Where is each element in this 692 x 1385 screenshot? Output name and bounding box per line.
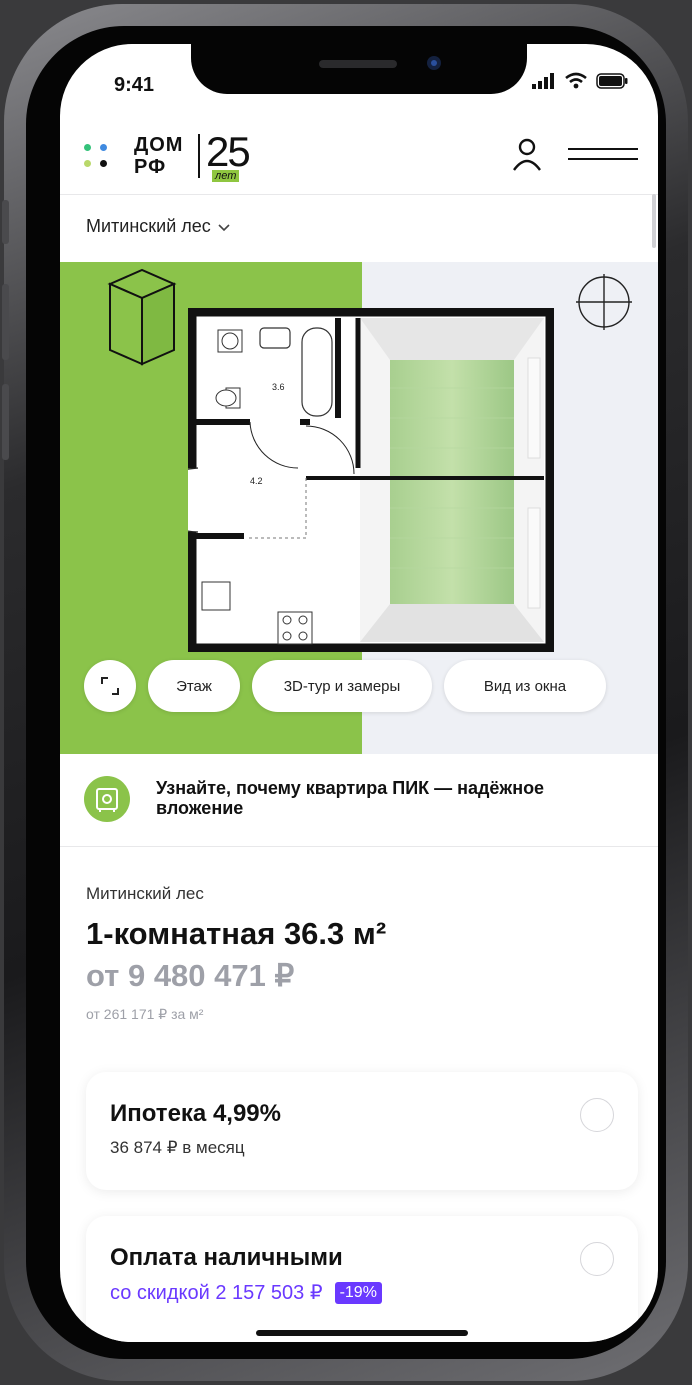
window-view-button[interactable]: Вид из окна (444, 660, 606, 712)
chevron-down-icon (218, 223, 230, 231)
menu-icon[interactable] (568, 146, 638, 162)
logo-dot (100, 160, 107, 167)
phone-screen: 9:41 ДОМ РФ 25 лет Митинский лес 3.6 4.2… (60, 44, 658, 1342)
listing-price: от 9 480 471 ₽ (86, 958, 295, 993)
payment-option-cash[interactable]: Оплата наличными со скидкой 2 157 503 ₽ -… (86, 1216, 638, 1342)
discount-text: со скидкой 2 157 503 ₽ (110, 1282, 323, 1304)
status-icons (532, 72, 628, 89)
apartment-floorplan: 3.6 4.2 (188, 308, 554, 652)
app-header: ДОМ РФ 25 лет (60, 124, 658, 194)
payment-option-radio[interactable] (580, 1098, 614, 1132)
payment-option-subtitle: 36 874 ₽ в месяц (110, 1138, 245, 1157)
speaker (319, 60, 397, 68)
building-cube-icon (107, 268, 177, 366)
payment-option-mortgage[interactable]: Ипотека 4,99% 36 874 ₽ в месяц (86, 1072, 638, 1190)
payment-option-subtitle: со скидкой 2 157 503 ₽ -19% (110, 1280, 382, 1305)
expand-icon (101, 677, 119, 695)
logo-dot (84, 160, 91, 167)
payment-option-title: Ипотека 4,99% (110, 1100, 281, 1127)
brand-logo[interactable]: ДОМ РФ (134, 134, 184, 178)
logo-dots (84, 140, 110, 170)
project-selector-label: Митинский лес (86, 216, 211, 236)
compass-icon (576, 274, 632, 330)
camera (427, 56, 441, 70)
floorplan-controls: Этаж 3D-тур и замеры Вид из окна (84, 660, 606, 712)
logo-dot (100, 144, 107, 151)
logo-line1: ДОМ (134, 134, 184, 156)
battery-icon (596, 72, 628, 89)
payment-option-radio[interactable] (580, 1242, 614, 1276)
project-selector[interactable]: Митинский лес (86, 216, 231, 237)
payment-option-title: Оплата наличными (110, 1244, 343, 1271)
phone-side-button (2, 384, 9, 460)
room-label: 4.2 (250, 476, 263, 486)
logo-separator (198, 134, 200, 178)
expand-button[interactable] (84, 660, 136, 712)
room-label: 3.6 (272, 382, 285, 392)
logo-anniversary-sub: лет (212, 170, 240, 182)
home-indicator[interactable] (256, 1330, 468, 1336)
phone-side-button (2, 284, 9, 360)
logo-line2: РФ (134, 156, 167, 178)
logo-dot (84, 144, 91, 151)
listing-info: Митинский лес 1-комнатная 36.3 м² от 9 4… (86, 884, 646, 1023)
banner-divider (60, 846, 658, 847)
notch (191, 44, 527, 94)
scrollbar[interactable] (652, 194, 656, 248)
safe-icon (84, 776, 130, 822)
discount-badge: -19% (334, 1282, 382, 1304)
floor-button[interactable]: Этаж (148, 660, 240, 712)
promo-banner-text: Узнайте, почему квартира ПИК — надёжное … (156, 778, 545, 818)
wifi-icon (565, 72, 587, 89)
signal-icon (532, 72, 554, 89)
promo-banner[interactable]: Узнайте, почему квартира ПИК — надёжное … (60, 754, 658, 846)
floorplan-view[interactable]: 3.6 4.2 Этаж 3D-тур и замеры Вид из окна (60, 262, 658, 754)
phone-side-button (2, 200, 9, 244)
user-icon[interactable] (512, 138, 542, 172)
header-divider (60, 194, 658, 195)
status-time: 9:41 (114, 74, 155, 96)
tour-3d-button[interactable]: 3D-тур и замеры (252, 660, 432, 712)
listing-project: Митинский лес (86, 884, 204, 903)
logo-anniversary: 25 (206, 128, 251, 175)
listing-title: 1-комнатная 36.3 м² (86, 916, 387, 951)
listing-price-per-meter: от 261 171 ₽ за м² (86, 1006, 204, 1022)
